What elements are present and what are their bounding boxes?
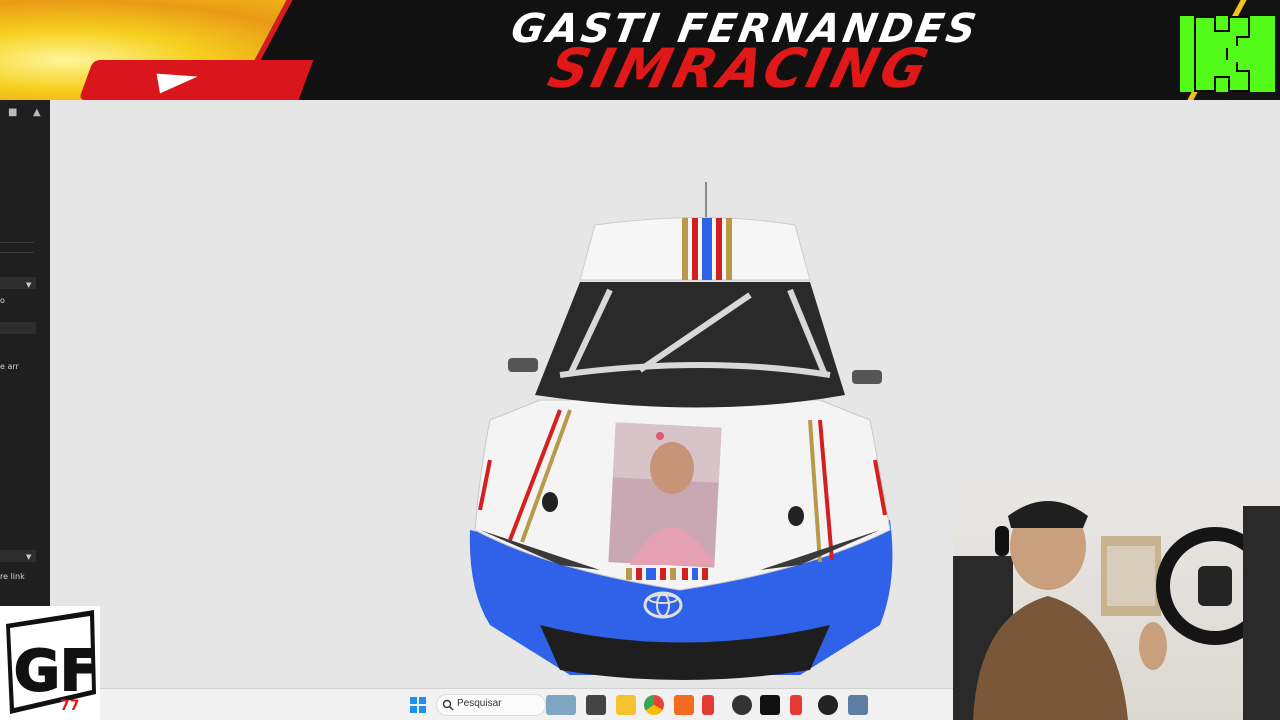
panel-link[interactable]: re link: [0, 572, 25, 581]
left-mirror: [508, 358, 538, 372]
app-icon[interactable]: [732, 695, 752, 715]
chrome-icon[interactable]: [644, 695, 664, 715]
gf-logo: GF 77: [0, 606, 100, 720]
widgets-icon[interactable]: [546, 695, 576, 715]
app-circle-icon[interactable]: [818, 695, 838, 715]
left-app-panel: ■ ▲ ▼ o e arr ▼ re link: [0, 100, 50, 606]
taskbar-search[interactable]: Pesquisar: [436, 694, 546, 716]
app-settings-icon[interactable]: [848, 695, 868, 715]
terminal-icon[interactable]: [760, 695, 780, 715]
windows-start-icon[interactable]: [408, 695, 428, 715]
panel-label: o: [0, 296, 5, 305]
right-mirror: [852, 370, 882, 384]
hood-vent-left: [542, 492, 558, 512]
panel-field[interactable]: [0, 322, 36, 334]
brave-icon[interactable]: [674, 695, 694, 715]
windows-taskbar: Pesquisar: [100, 688, 953, 720]
webcam-overlay: [953, 476, 1280, 720]
wheel-hub: [1198, 566, 1232, 606]
channel-banner: GASTI FERNANDES SIMRACING: [0, 0, 1280, 100]
cap: [1008, 501, 1088, 528]
app-red-icon[interactable]: [702, 695, 714, 715]
kick-k-glyph: [1194, 16, 1250, 92]
panel-label: e arr: [0, 362, 19, 371]
chevron-down-icon: ▼: [26, 553, 32, 561]
gf-logo-art: GF 77: [6, 610, 99, 714]
app-red-2-icon[interactable]: [790, 695, 802, 715]
car-3d-preview[interactable]: [450, 170, 910, 690]
hand: [1139, 622, 1167, 670]
chevron-down-icon: ▼: [26, 281, 32, 289]
headset: [995, 526, 1009, 556]
gf-logo-text: GF: [14, 639, 98, 704]
hood-vent-right: [788, 506, 804, 526]
gf-logo-number: 77: [60, 698, 79, 714]
search-icon: [442, 699, 454, 711]
file-explorer-icon[interactable]: [616, 695, 636, 715]
panel-divider: [0, 242, 34, 243]
task-view-icon[interactable]: [586, 695, 606, 715]
search-label: Pesquisar: [457, 698, 502, 709]
wheel-base: [1243, 506, 1280, 720]
car-icon[interactable]: ■: [8, 108, 20, 118]
stream-frame: GASTI FERNANDES SIMRACING ■ ▲ ▼ o e arr …: [0, 0, 1280, 720]
car-alt-icon[interactable]: ▲: [33, 108, 45, 118]
poster-image: [1107, 546, 1155, 606]
hood-photo-decal: [608, 422, 722, 568]
panel-divider: [0, 252, 34, 253]
webcam-scene: [953, 501, 1280, 720]
banner-title-simracing: SIMRACING: [542, 37, 938, 100]
